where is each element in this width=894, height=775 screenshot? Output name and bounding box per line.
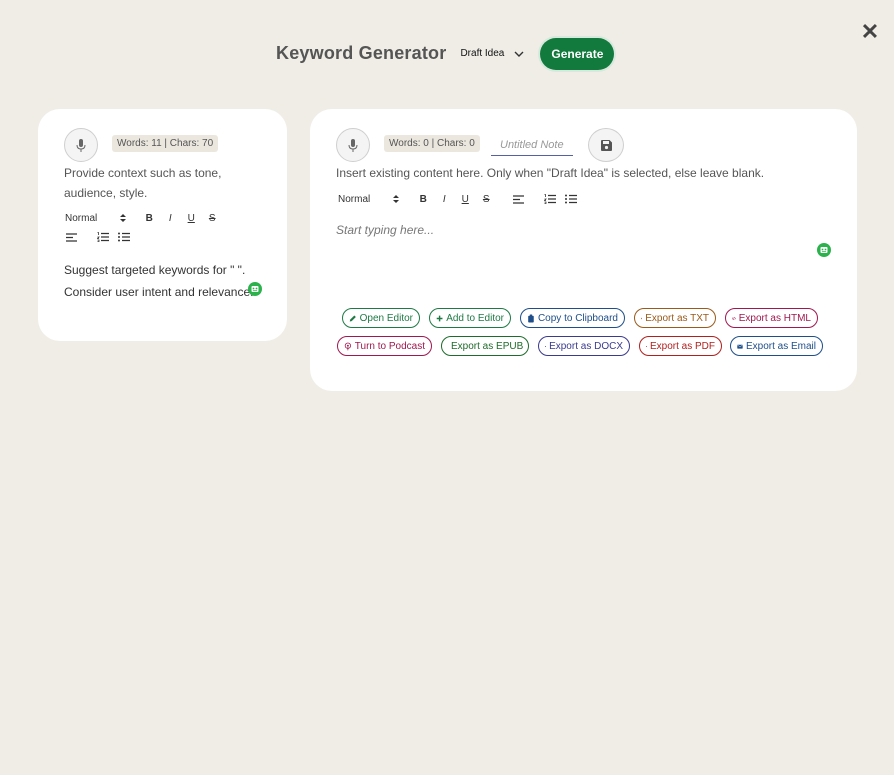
export-html-label: Export as HTML [738,312,811,324]
close-button[interactable]: ✕ [858,20,882,44]
mode-select[interactable]: Draft Idea [460,48,524,59]
format-select-value: Normal [65,212,98,224]
file-pdf-icon [646,345,647,347]
italic-button[interactable]: I [163,211,177,225]
file-word-icon [545,345,546,347]
word-count-badge: Words: 11 | Chars: 70 [112,135,219,152]
robot-icon[interactable] [248,282,262,296]
italic-icon: I [442,193,446,205]
prompt-editor[interactable]: Suggest targeted keywords for " ". Consi… [64,259,274,303]
chevron-down-icon [514,51,524,57]
bullet-list-icon [565,194,578,204]
generate-button[interactable]: Generate [540,37,615,70]
add-to-editor-label: Add to Editor [446,312,504,324]
export-txt-label: Export as TXT [645,312,709,324]
format-toolbar-row2 [64,230,131,244]
italic-button[interactable]: I [437,192,451,206]
strikethrough-icon: S [208,212,216,224]
bullet-list-button[interactable] [564,192,578,206]
ordered-list-icon [97,232,109,242]
format-toolbar: Normal B I U S [65,211,219,225]
italic-icon: I [168,212,172,224]
bullet-list-icon [118,232,130,242]
export-txt-button[interactable]: Export as TXT [634,308,716,328]
format-toolbar: Normal B I U S [338,192,578,206]
bold-icon: B [145,212,153,224]
align-button[interactable] [511,192,525,206]
bold-icon: B [419,193,427,205]
content-card: Words: 0 | Chars: 0 Untitled Note Insert… [310,109,857,391]
underline-button[interactable]: U [458,192,472,206]
page-title: Keyword Generator [276,43,447,63]
align-left-icon [512,194,524,204]
context-hint: Provide context such as tone, audience, … [64,166,222,200]
content-hint: Insert existing content here. Only when … [336,166,765,180]
export-epub-label: Export as EPUB [451,340,524,352]
page-header: Keyword Generator Draft Idea Generate [276,37,615,70]
export-pdf-label: Export as PDF [649,340,715,352]
export-email-label: Export as Email [745,340,816,352]
ordered-list-button[interactable] [543,192,557,206]
copy-clipboard-label: Copy to Clipboard [537,312,618,324]
mode-select-value: Draft Idea [460,48,505,59]
export-docx-label: Export as DOCX [549,340,623,352]
content-editor[interactable]: Start typing here... [336,223,434,237]
microphone-icon [348,138,358,152]
sort-arrows-icon [393,195,400,203]
export-epub-button[interactable]: Export as EPUB [441,336,529,356]
underline-icon: U [187,212,195,224]
pencil-icon [349,314,356,322]
turn-to-podcast-label: Turn to Podcast [354,340,425,352]
format-select-value: Normal [338,193,371,205]
open-editor-label: Open Editor [359,312,413,324]
podcast-icon [344,342,351,350]
strike-button[interactable]: S [205,211,219,225]
export-html-button[interactable]: Export as HTML [725,308,818,328]
export-docx-button[interactable]: Export as DOCX [538,336,630,356]
strikethrough-icon: S [482,193,490,205]
align-left-icon [65,232,77,242]
copy-clipboard-button[interactable]: Copy to Clipboard [520,308,625,328]
note-title-input[interactable]: Untitled Note [491,134,573,156]
word-count-badge: Words: 0 | Chars: 0 [384,135,480,152]
ordered-list-button[interactable] [96,230,110,244]
underline-icon: U [461,193,469,205]
bullet-list-button[interactable] [117,230,131,244]
format-select[interactable]: Normal [65,213,127,224]
save-button[interactable] [588,128,624,162]
export-pdf-button[interactable]: Export as PDF [639,336,722,356]
turn-to-podcast-button[interactable]: Turn to Podcast [337,336,432,356]
clipboard-icon [528,314,534,322]
export-email-button[interactable]: Export as Email [730,336,823,356]
context-card: Words: 11 | Chars: 70 Provide context su… [38,109,287,341]
bold-button[interactable]: B [142,211,156,225]
bold-button[interactable]: B [416,192,430,206]
prompt-line: Consider user intent and relevance. [64,285,254,299]
underline-button[interactable]: U [184,211,198,225]
ordered-list-icon [544,194,557,204]
envelope-icon [737,344,743,349]
strike-button[interactable]: S [479,192,493,206]
add-to-editor-button[interactable]: Add to Editor [429,308,511,328]
plus-icon [436,315,443,321]
microphone-icon [76,138,86,152]
prompt-line: Suggest targeted keywords for " ". [64,263,246,277]
sort-arrows-icon [120,214,127,222]
floppy-disk-icon [600,139,612,151]
robot-icon[interactable] [817,243,831,257]
close-icon: ✕ [860,19,880,44]
align-button[interactable] [64,230,78,244]
format-select[interactable]: Normal [338,194,400,205]
code-icon [732,316,736,320]
file-text-icon [641,317,643,319]
mic-button[interactable] [64,128,98,162]
mic-button[interactable] [336,128,370,162]
open-editor-button[interactable]: Open Editor [342,308,420,328]
